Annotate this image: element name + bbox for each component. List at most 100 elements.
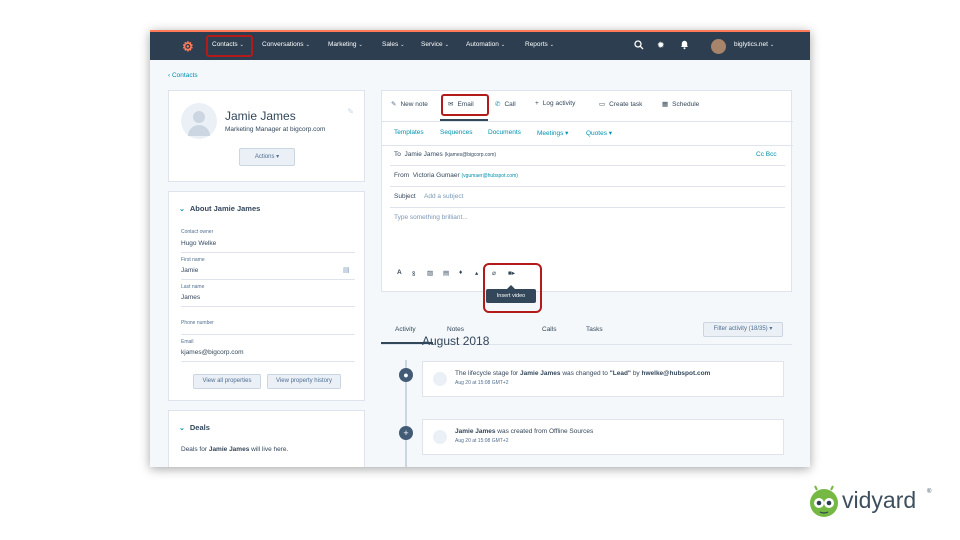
lifecycle-person-icon: ● [399,368,413,382]
account-menu[interactable]: biglytics.net ⌄ [734,41,774,48]
top-nav: ⚙ Contacts ⌄ Conversations ⌄ Marketing ⌄ Sa… [150,30,810,60]
registered-mark: ® [927,489,932,495]
templates-tab[interactable]: Templates [394,129,424,136]
divider [382,121,793,122]
email-value[interactable]: kjames@bigcorp.com [181,349,244,356]
notifications-bell-icon[interactable] [680,40,689,52]
lock-icon[interactable]: ▴ [475,269,478,277]
contact-owner-label: Contact owner [181,229,214,235]
quotes-tab[interactable]: Quotes ▾ [586,129,612,137]
vidyard-wordmark: vidyard [842,487,917,513]
divider [181,252,355,253]
document-icon[interactable]: ▤ [443,269,449,277]
nav-automation[interactable]: Automation ⌄ [466,41,505,48]
new-note-action[interactable]: ✎ New note [391,100,428,108]
search-icon[interactable] [634,40,644,52]
phone-icon: ✆ [495,101,501,108]
about-section-toggle[interactable]: ⌄ About Jamie James [179,204,260,213]
actions-button[interactable]: Actions ▾ [239,148,295,166]
copy-icon[interactable]: ▤ [343,266,350,274]
view-property-history-button[interactable]: View property history [267,374,341,389]
note-icon: ✎ [391,101,397,108]
notes-tab[interactable]: Notes [447,326,464,333]
subject-input[interactable]: Add a subject [424,193,463,200]
documents-tab[interactable]: Documents [488,129,521,136]
schedule-action[interactable]: ▦ Schedule [662,100,699,108]
settings-gear-icon[interactable]: ✹ [657,40,665,51]
event-timestamp: Aug 20 at 15:08 GMT+2 [455,438,509,444]
chevron-down-icon: ⌄ [179,425,185,432]
contact-avatar [181,103,217,139]
divider [382,145,793,146]
call-action[interactable]: ✆ Call [495,100,516,108]
divider [390,165,785,166]
first-name-value[interactable]: Jamie [181,267,198,274]
edit-pencil-icon[interactable]: ✎ [347,107,354,116]
event-avatar [433,430,447,444]
email-body-input[interactable]: Type something brilliant... [394,214,468,221]
text-format-icon[interactable]: A [397,269,402,276]
calls-tab[interactable]: Calls [542,326,556,333]
link-icon[interactable]: ꝸ [412,269,415,278]
create-task-action[interactable]: ▭ Create task [599,100,642,108]
calendar-icon: ▦ [662,101,669,108]
event-text: The lifecycle stage for Jamie James was … [455,370,711,377]
hubspot-screenshot: ⚙ Contacts ⌄ Conversations ⌄ Marketing ⌄ Sa… [150,30,810,467]
contacts-highlight-box [206,35,253,57]
tasks-tab[interactable]: Tasks [586,326,603,333]
activity-tab[interactable]: Activity [395,326,416,333]
event-avatar [433,372,447,386]
hubspot-logo-icon[interactable]: ⚙ [182,39,194,55]
timeline-event-created[interactable]: Jamie James was created from Offline Sou… [422,419,784,455]
nav-marketing[interactable]: Marketing ⌄ [328,41,363,48]
divider [181,279,355,280]
contact-title: Marketing Manager at bigcorp.com [225,126,326,133]
nav-conversations[interactable]: Conversations ⌄ [262,41,310,48]
breadcrumb[interactable]: ‹ Contacts [168,72,198,79]
from-field[interactable]: From Victoria Gumaer (vgumaer@hubspot.co… [394,172,518,179]
composer-card: ✎ New note ✉ Email ✆ Call + Log activity ▭ Cr… [381,90,793,292]
pin-icon[interactable]: ♦ [459,269,462,276]
plus-icon: + [535,100,539,107]
sequences-tab[interactable]: Sequences [440,129,473,136]
timeline-event-lifecycle[interactable]: The lifecycle stage for Jamie James was … [422,361,784,397]
contact-owner-value[interactable]: Hugo Welke [181,240,216,247]
subject-label: Subject [394,193,416,200]
email-highlight-box [441,94,489,116]
contact-name: Jamie James [225,109,296,123]
deals-card: ⌄ Deals Deals for Jamie James will live h… [168,410,365,467]
nav-sales[interactable]: Sales ⌄ [382,41,404,48]
divider [181,306,355,307]
event-text: Jamie James was created from Offline Sou… [455,428,594,435]
divider [181,334,355,335]
nav-service[interactable]: Service ⌄ [421,41,449,48]
month-heading: August 2018 [422,334,490,348]
email-label: Email [181,339,194,345]
created-plus-icon: + [399,426,413,440]
event-timestamp: Aug 20 at 15:08 GMT+2 [455,380,509,386]
phone-number-label: Phone number [181,320,214,326]
meetings-tab[interactable]: Meetings ▾ [537,129,568,137]
deals-text: Deals for Jamie James will live here. [181,446,289,453]
vidyard-robot-icon [810,485,838,517]
divider [390,186,785,187]
task-icon: ▭ [599,101,606,108]
cc-bcc-link[interactable]: Cc Bcc [756,151,777,158]
last-name-value[interactable]: James [181,294,200,301]
divider [181,361,355,362]
last-name-label: Last name [181,284,205,290]
to-field[interactable]: To Jamie James (kjames@bigcorp.com) [394,151,496,158]
profile-card: Jamie James Marketing Manager at bigcorp… [168,90,365,182]
deals-section-toggle[interactable]: ⌄ Deals [179,423,210,432]
first-name-label: First name [181,257,205,263]
view-all-properties-button[interactable]: View all properties [193,374,261,389]
filter-activity-button[interactable]: Filter activity (18/35) ▾ [703,322,783,337]
chevron-down-icon: ⌄ [179,206,185,213]
user-avatar[interactable] [711,39,726,54]
vidyard-logo: vidyard ® [808,485,938,520]
insert-video-highlight-box [483,263,542,313]
nav-reports[interactable]: Reports ⌄ [525,41,554,48]
log-activity-action[interactable]: + Log activity [535,100,575,107]
about-card: ⌄ About Jamie James Contact owner Hugo We… [168,191,365,401]
image-icon[interactable]: ▨ [427,269,433,277]
